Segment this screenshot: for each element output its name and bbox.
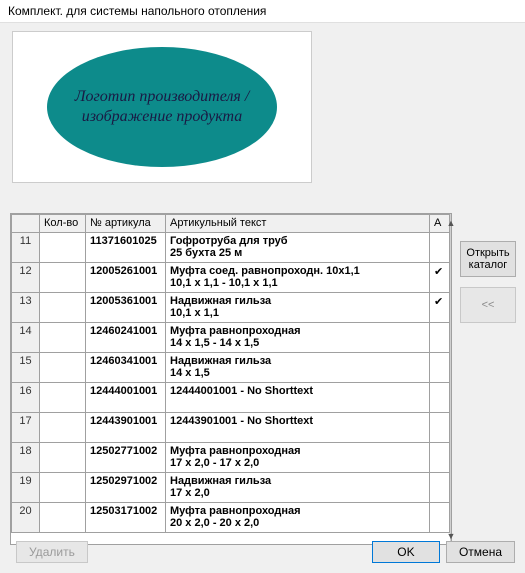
table-row[interactable]: 16 1244400100112444001001 - No Shorttext bbox=[12, 383, 450, 413]
open-catalog-button[interactable]: Открыть каталог bbox=[460, 241, 516, 277]
cell-text[interactable]: Надвижная гильза14 x 1,5 bbox=[166, 353, 430, 383]
table-row[interactable]: 19 12502971002Надвижная гильза17 x 2,0 bbox=[12, 473, 450, 503]
cell-qty[interactable] bbox=[40, 323, 86, 353]
col-qty[interactable]: Кол-во bbox=[40, 215, 86, 233]
row-number[interactable]: 11 bbox=[12, 233, 40, 263]
table-row[interactable]: 17 1244390100112443901001 - No Shorttext bbox=[12, 413, 450, 443]
table-row[interactable]: 20 12503171002Муфта равнопроходная20 x 2,… bbox=[12, 503, 450, 533]
cell-qty[interactable] bbox=[40, 293, 86, 323]
cell-qty[interactable] bbox=[40, 353, 86, 383]
row-number[interactable]: 17 bbox=[12, 413, 40, 443]
vertical-scrollbar[interactable]: ▲ ▼ bbox=[450, 214, 451, 544]
cell-a[interactable] bbox=[429, 383, 449, 413]
table-row[interactable]: 11 11371601025Гофротруба для труб25 бухта… bbox=[12, 233, 450, 263]
back-button: << bbox=[460, 287, 516, 323]
table-row[interactable]: 14 12460241001Муфта равнопроходная14 x 1,… bbox=[12, 323, 450, 353]
cell-qty[interactable] bbox=[40, 233, 86, 263]
cell-a[interactable] bbox=[429, 353, 449, 383]
table-row[interactable]: 13 12005361001Надвижная гильза10,1 x 1,1✔ bbox=[12, 293, 450, 323]
cell-article[interactable]: 12503171002 bbox=[86, 503, 166, 533]
col-article[interactable]: № артикула bbox=[86, 215, 166, 233]
cell-article[interactable]: 12005261001 bbox=[86, 263, 166, 293]
cell-text[interactable]: 12444001001 - No Shorttext bbox=[166, 383, 430, 413]
cell-a[interactable]: ✔ bbox=[429, 263, 449, 293]
cell-a[interactable] bbox=[429, 503, 449, 533]
row-number[interactable]: 16 bbox=[12, 383, 40, 413]
ok-button[interactable]: OK bbox=[372, 541, 440, 563]
delete-button: Удалить bbox=[16, 541, 88, 563]
cell-qty[interactable] bbox=[40, 473, 86, 503]
table-header-row: Кол-во № артикула Артикульный текст А bbox=[12, 215, 450, 233]
cell-qty[interactable] bbox=[40, 443, 86, 473]
logo-placeholder: Логотип производителя / изображение прод… bbox=[12, 31, 312, 183]
cell-qty[interactable] bbox=[40, 413, 86, 443]
cell-a[interactable] bbox=[429, 473, 449, 503]
cell-article[interactable]: 12460341001 bbox=[86, 353, 166, 383]
cell-article[interactable]: 12005361001 bbox=[86, 293, 166, 323]
cell-text[interactable]: Муфта равнопроходная17 x 2,0 - 17 x 2,0 bbox=[166, 443, 430, 473]
cell-a[interactable] bbox=[429, 413, 449, 443]
row-number[interactable]: 14 bbox=[12, 323, 40, 353]
cell-text[interactable]: Муфта равнопроходная20 x 2,0 - 20 x 2,0 bbox=[166, 503, 430, 533]
col-rownum[interactable] bbox=[12, 215, 40, 233]
table-row[interactable]: 15 12460341001Надвижная гильза14 x 1,5 bbox=[12, 353, 450, 383]
cell-article[interactable]: 12444001001 bbox=[86, 383, 166, 413]
cell-a[interactable] bbox=[429, 443, 449, 473]
cell-text[interactable]: Муфта соед. равнопроходн. 10x1,110,1 x 1… bbox=[166, 263, 430, 293]
cell-a[interactable] bbox=[429, 233, 449, 263]
cell-qty[interactable] bbox=[40, 383, 86, 413]
cancel-button[interactable]: Отмена bbox=[446, 541, 515, 563]
cell-a[interactable] bbox=[429, 323, 449, 353]
row-number[interactable]: 20 bbox=[12, 503, 40, 533]
cell-article[interactable]: 12502971002 bbox=[86, 473, 166, 503]
cell-a[interactable]: ✔ bbox=[429, 293, 449, 323]
col-text[interactable]: Артикульный текст bbox=[166, 215, 430, 233]
cell-qty[interactable] bbox=[40, 263, 86, 293]
cell-text[interactable]: 12443901001 - No Shorttext bbox=[166, 413, 430, 443]
dialog-footer: Удалить OK Отмена bbox=[0, 531, 525, 573]
row-number[interactable]: 19 bbox=[12, 473, 40, 503]
logo-ellipse: Логотип производителя / изображение прод… bbox=[47, 47, 277, 167]
row-number[interactable]: 13 bbox=[12, 293, 40, 323]
cell-article[interactable]: 11371601025 bbox=[86, 233, 166, 263]
cell-text[interactable]: Муфта равнопроходная14 x 1,5 - 14 x 1,5 bbox=[166, 323, 430, 353]
cell-text[interactable]: Надвижная гильза10,1 x 1,1 bbox=[166, 293, 430, 323]
table-row[interactable]: 18 12502771002Муфта равнопроходная17 x 2,… bbox=[12, 443, 450, 473]
row-number[interactable]: 15 bbox=[12, 353, 40, 383]
cell-article[interactable]: 12460241001 bbox=[86, 323, 166, 353]
articles-table[interactable]: Кол-во № артикула Артикульный текст А 11… bbox=[10, 213, 452, 545]
cell-qty[interactable] bbox=[40, 503, 86, 533]
row-number[interactable]: 12 bbox=[12, 263, 40, 293]
row-number[interactable]: 18 bbox=[12, 443, 40, 473]
cell-text[interactable]: Гофротруба для труб25 бухта 25 м bbox=[166, 233, 430, 263]
table-row[interactable]: 12 12005261001Муфта соед. равнопроходн. 1… bbox=[12, 263, 450, 293]
cell-article[interactable]: 12502771002 bbox=[86, 443, 166, 473]
window-title: Комплект. для системы напольного отоплен… bbox=[0, 0, 525, 23]
cell-article[interactable]: 12443901001 bbox=[86, 413, 166, 443]
cell-text[interactable]: Надвижная гильза17 x 2,0 bbox=[166, 473, 430, 503]
